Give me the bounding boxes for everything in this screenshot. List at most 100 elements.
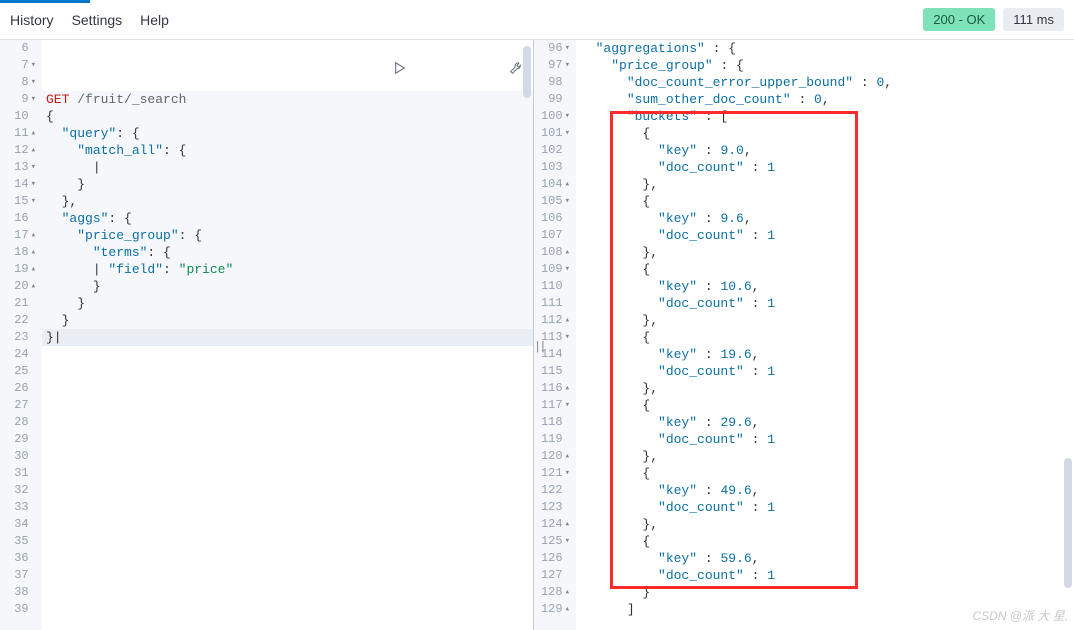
code-line[interactable] bbox=[42, 550, 533, 567]
nav-settings[interactable]: Settings bbox=[72, 12, 123, 28]
code-line[interactable] bbox=[42, 397, 533, 414]
code-line[interactable]: "key" : 59.6, bbox=[576, 550, 1074, 567]
gutter-right: 96▾97▾98 99 100▾101▾102 103 104▴105▾106 … bbox=[534, 40, 576, 630]
code-line[interactable] bbox=[42, 448, 533, 465]
status-badge: 200 - OK bbox=[923, 8, 995, 31]
line-number: 107 bbox=[541, 227, 570, 244]
code-line[interactable]: "doc_count" : 1 bbox=[576, 567, 1074, 584]
code-line[interactable]: "doc_count" : 1 bbox=[576, 499, 1074, 516]
code-line[interactable] bbox=[42, 601, 533, 618]
code-line[interactable]: }, bbox=[576, 312, 1074, 329]
code-line[interactable]: "match_all": { bbox=[42, 142, 533, 159]
code-line[interactable]: { bbox=[576, 533, 1074, 550]
code-line[interactable]: "doc_count" : 1 bbox=[576, 431, 1074, 448]
code-line[interactable] bbox=[42, 618, 533, 630]
line-number: 35 bbox=[14, 533, 36, 550]
code-line[interactable]: "key" : 49.6, bbox=[576, 482, 1074, 499]
line-number: 37 bbox=[14, 567, 36, 584]
split-drag-handle[interactable]: || bbox=[534, 340, 544, 354]
code-line[interactable] bbox=[42, 584, 533, 601]
code-line[interactable]: "doc_count" : 1 bbox=[576, 295, 1074, 312]
active-tab-indicator bbox=[0, 0, 90, 3]
code-line[interactable]: "key" : 19.6, bbox=[576, 346, 1074, 363]
nav-history[interactable]: History bbox=[10, 12, 54, 28]
code-line[interactable] bbox=[42, 516, 533, 533]
run-actions bbox=[300, 44, 523, 97]
code-line[interactable] bbox=[42, 499, 533, 516]
code-line[interactable]: }, bbox=[576, 516, 1074, 533]
code-line[interactable]: "terms": { bbox=[42, 244, 533, 261]
play-icon[interactable] bbox=[300, 44, 408, 97]
line-number: 39 bbox=[14, 601, 36, 618]
code-line[interactable] bbox=[42, 465, 533, 482]
line-number: 118 bbox=[541, 414, 570, 431]
line-number: 122 bbox=[541, 482, 570, 499]
code-line[interactable]: | "field": "price" bbox=[42, 261, 533, 278]
line-number: 22 bbox=[14, 312, 36, 329]
line-number: 101▾ bbox=[541, 125, 570, 142]
code-line[interactable]: } bbox=[42, 176, 533, 193]
code-line[interactable]: { bbox=[576, 397, 1074, 414]
code-line[interactable]: { bbox=[576, 465, 1074, 482]
response-pane[interactable]: 96▾97▾98 99 100▾101▾102 103 104▴105▾106 … bbox=[534, 40, 1074, 630]
code-line[interactable]: { bbox=[42, 108, 533, 125]
scrollbar-right[interactable] bbox=[1064, 458, 1072, 588]
code-line[interactable]: "doc_count" : 1 bbox=[576, 363, 1074, 380]
code-line[interactable]: "aggs": { bbox=[42, 210, 533, 227]
code-line[interactable] bbox=[42, 431, 533, 448]
code-line[interactable]: "key" : 9.0, bbox=[576, 142, 1074, 159]
code-line[interactable] bbox=[42, 363, 533, 380]
code-line[interactable]: }, bbox=[576, 380, 1074, 397]
code-line[interactable]: "query": { bbox=[42, 125, 533, 142]
code-line[interactable] bbox=[42, 380, 533, 397]
line-number: 8▾ bbox=[21, 74, 36, 91]
code-line[interactable]: { bbox=[576, 329, 1074, 346]
code-line[interactable]: }, bbox=[42, 193, 533, 210]
code-line[interactable]: "key" : 10.6, bbox=[576, 278, 1074, 295]
scrollbar-left[interactable] bbox=[523, 46, 531, 98]
code-line[interactable]: "price_group": { bbox=[42, 227, 533, 244]
line-number: 98 bbox=[548, 74, 570, 91]
code-line[interactable]: "price_group" : { bbox=[576, 57, 1074, 74]
line-number: 28 bbox=[14, 414, 36, 431]
code-line[interactable] bbox=[42, 414, 533, 431]
response-viewer[interactable]: "aggregations" : { "price_group" : { "do… bbox=[576, 40, 1074, 630]
code-line[interactable]: } bbox=[42, 295, 533, 312]
code-line[interactable]: }| bbox=[42, 329, 533, 346]
code-line[interactable]: }, bbox=[576, 448, 1074, 465]
code-line[interactable]: "buckets" : [ bbox=[576, 108, 1074, 125]
code-line[interactable]: "key" : 9.6, bbox=[576, 210, 1074, 227]
code-line[interactable]: { bbox=[576, 193, 1074, 210]
code-line[interactable]: "doc_count" : 1 bbox=[576, 159, 1074, 176]
code-line[interactable]: } bbox=[42, 312, 533, 329]
code-line[interactable]: } bbox=[42, 278, 533, 295]
code-line[interactable] bbox=[42, 346, 533, 363]
code-line[interactable]: "sum_other_doc_count" : 0, bbox=[576, 91, 1074, 108]
code-line[interactable]: | bbox=[42, 159, 533, 176]
request-editor[interactable]: GET /fruit/_search{ "query": { "match_al… bbox=[42, 40, 533, 630]
code-line[interactable]: "doc_count_error_upper_bound" : 0, bbox=[576, 74, 1074, 91]
code-line[interactable]: "aggregations" : { bbox=[576, 40, 1074, 57]
nav-items: History Settings Help bbox=[10, 12, 169, 28]
line-number: 32 bbox=[14, 482, 36, 499]
nav-help[interactable]: Help bbox=[140, 12, 169, 28]
line-number: 126 bbox=[541, 550, 570, 567]
code-line[interactable] bbox=[42, 533, 533, 550]
wrench-icon[interactable] bbox=[415, 44, 523, 97]
code-line[interactable] bbox=[42, 482, 533, 499]
code-line[interactable]: }, bbox=[576, 244, 1074, 261]
code-line[interactable]: }, bbox=[576, 176, 1074, 193]
line-number: 17▴ bbox=[14, 227, 36, 244]
line-number: 10 bbox=[14, 108, 36, 125]
code-line[interactable]: { bbox=[576, 125, 1074, 142]
line-number: 30 bbox=[14, 448, 36, 465]
gutter-left: 6 7▾8▾9▾10 11▴12▴13▾14▾15▾16 17▴18▴19▴20… bbox=[0, 40, 42, 630]
code-line[interactable]: { bbox=[576, 261, 1074, 278]
request-pane[interactable]: 6 7▾8▾9▾10 11▴12▴13▾14▾15▾16 17▴18▴19▴20… bbox=[0, 40, 534, 630]
code-line[interactable]: "key" : 29.6, bbox=[576, 414, 1074, 431]
code-line[interactable]: } bbox=[576, 584, 1074, 601]
timing-badge: 111 ms bbox=[1003, 8, 1064, 31]
code-line[interactable] bbox=[42, 567, 533, 584]
line-number: 125▾ bbox=[541, 533, 570, 550]
code-line[interactable]: "doc_count" : 1 bbox=[576, 227, 1074, 244]
